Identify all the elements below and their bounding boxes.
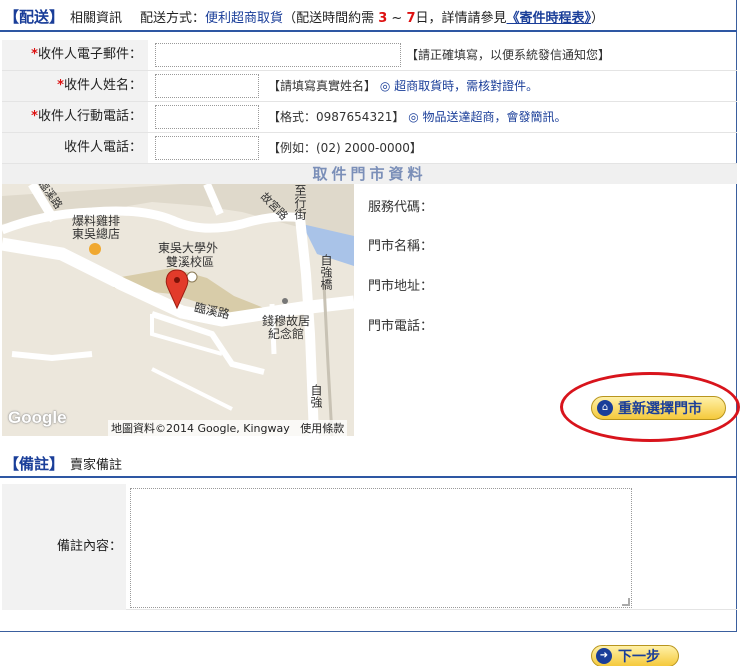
name-label: *收件人姓名： [2, 71, 148, 101]
name-row: *收件人姓名： 【請填寫真實姓名】 ◎ 超商取貨時，需核對證件。 [2, 71, 737, 102]
email-field[interactable] [155, 43, 401, 67]
phone-hint: 【例如：(02) 2000-0000】 [268, 141, 422, 155]
memo-title: 【備註】 [4, 454, 65, 473]
map-label: 自強 [309, 384, 323, 408]
mobile-field[interactable] [155, 105, 259, 129]
service-code-label: 服務代碼： [368, 200, 434, 215]
memo-textarea[interactable] [130, 488, 632, 608]
delivery-method: 配送方式：便利超商取貨（配送時間約需 3 ~ 7日，詳情請參見《寄件時程表》） [140, 7, 604, 26]
memo-subtitle: 賣家備註 [70, 457, 123, 473]
map-label: 至行街 [293, 184, 307, 220]
email-hint: 【請正確填寫，以便系統發信通知您】 [406, 48, 611, 62]
map-drawing [2, 184, 354, 436]
phone-field[interactable] [155, 136, 259, 160]
name-note: ◎ 超商取貨時，需核對證件。 [379, 79, 539, 93]
delivery-title: 【配送】 [4, 7, 65, 26]
memo-row: 備註內容： [2, 484, 737, 610]
delivery-days-sep: ~ [391, 10, 403, 26]
delivery-note-mid: 日，詳情請參見 [415, 10, 507, 26]
map-label: 雙溪校區 [166, 255, 215, 269]
delivery-note-suffix: ） [591, 10, 605, 26]
memo-header: 【備註】 賣家備註 [0, 450, 737, 478]
map-label: 東吳總店 [72, 227, 121, 241]
required-mark: * [31, 47, 38, 62]
phone-label: 收件人電話： [2, 133, 148, 163]
next-icon: ➜ [596, 648, 612, 664]
delivery-header: 【配送】 相關資訊 配送方式：便利超商取貨（配送時間約需 3 ~ 7日，詳情請參… [0, 2, 737, 32]
next-step-label: 下一步 [618, 649, 660, 665]
email-label: *收件人電子郵件： [2, 40, 148, 70]
next-step-button[interactable]: ➜ 下一步 [591, 645, 679, 666]
delivery-subtitle: 相關資訊 [70, 10, 123, 26]
mobile-row: *收件人行動電話： 【格式：0987654321】 ◎ 物品送達超商，會發簡訊。 [2, 102, 737, 133]
phone-row: 收件人電話： 【例如：(02) 2000-0000】 [2, 133, 737, 164]
required-mark: * [57, 78, 64, 93]
mobile-note: ◎ 物品送達超商，會發簡訊。 [408, 110, 567, 124]
store-address-label: 門市地址： [368, 279, 434, 294]
delivery-note-prefix: （配送時間約需 [283, 10, 375, 26]
map-label: 自強橋 [319, 254, 333, 290]
delivery-method-value: 便利超商取貨 [205, 10, 284, 26]
store-icon: ⌂ [597, 400, 613, 416]
store-band-title: 取件門市資料 [2, 164, 737, 184]
resize-handle[interactable] [622, 598, 630, 606]
store-name-label: 門市名稱： [368, 239, 434, 254]
map-credit: 地圖資料©2014 Google, Kingway 使用條款 [108, 420, 348, 436]
delivery-days-from: 3 [378, 10, 388, 26]
map-terms-link[interactable]: 使用條款 [300, 422, 344, 435]
reselect-store-button[interactable]: ⌂ 重新選擇門市 [591, 396, 726, 420]
reselect-store-label: 重新選擇門市 [618, 401, 702, 417]
store-phone-label: 門市電話： [368, 319, 434, 334]
schedule-link[interactable]: 《寄件時程表》 [507, 11, 592, 26]
delivery-method-label: 配送方式： [140, 10, 206, 26]
required-mark: * [31, 109, 38, 124]
delivery-days-to: 7 [406, 10, 416, 26]
store-map[interactable]: 臨溪路 爆料雞排 東吳總店 故宮路 東吳大學外 雙溪校區 臨溪路 錢穆故居 紀念… [2, 184, 354, 436]
map-label: 紀念館 [268, 327, 305, 341]
name-field[interactable] [155, 74, 259, 98]
memo-content-label: 備註內容： [2, 484, 126, 610]
google-logo: Google [8, 408, 67, 427]
email-row: *收件人電子郵件： 【請正確填寫，以便系統發信通知您】 [2, 40, 737, 71]
mobile-label: *收件人行動電話： [2, 102, 148, 132]
mobile-hint: 【格式：0987654321】 ◎ 物品送達超商，會發簡訊。 [268, 110, 567, 124]
name-hint: 【請填寫真實姓名】 ◎ 超商取貨時，需核對證件。 [268, 79, 539, 93]
